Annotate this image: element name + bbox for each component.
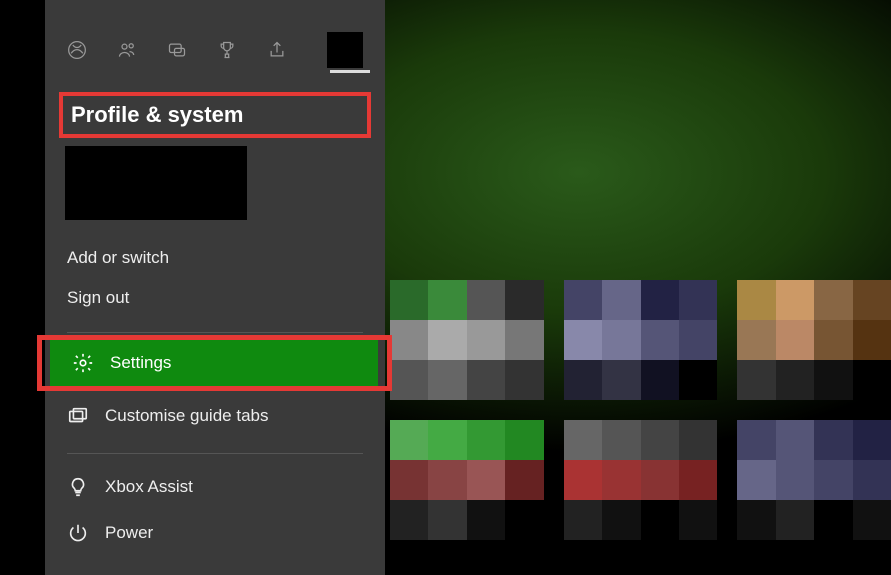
game-tile[interactable] — [390, 420, 544, 540]
left-margin — [0, 0, 45, 575]
game-tile[interactable] — [737, 420, 891, 540]
settings-highlight: Settings — [37, 335, 392, 391]
menu-item-label: Power — [105, 523, 153, 543]
account-section: Add or switch Sign out — [45, 238, 385, 318]
gear-icon — [72, 352, 94, 374]
game-tile[interactable] — [564, 280, 718, 400]
power-item[interactable]: Power — [45, 510, 385, 556]
customise-guide-tabs-item[interactable]: Customise guide tabs — [45, 393, 385, 439]
active-tab-indicator — [330, 70, 370, 73]
tabs-icon — [67, 405, 89, 427]
xbox-logo-icon[interactable] — [67, 40, 87, 60]
game-tile[interactable] — [737, 280, 891, 400]
dashboard-tiles — [390, 280, 891, 575]
settings-item[interactable]: Settings — [50, 340, 378, 386]
guide-panel: Profile & system Add or switch Sign out … — [45, 0, 385, 575]
panel-title-highlight: Profile & system — [59, 92, 371, 138]
people-icon[interactable] — [117, 40, 137, 60]
section-divider — [67, 332, 363, 333]
xbox-assist-item[interactable]: Xbox Assist — [45, 464, 385, 510]
sign-out-item[interactable]: Sign out — [45, 278, 385, 318]
achievements-icon[interactable] — [217, 40, 237, 60]
power-icon — [67, 522, 89, 544]
section-divider — [67, 453, 363, 454]
game-tile[interactable] — [390, 280, 544, 400]
share-icon[interactable] — [267, 40, 287, 60]
add-or-switch-item[interactable]: Add or switch — [45, 238, 385, 278]
guide-tab-bar — [45, 32, 385, 86]
profile-tab[interactable] — [327, 32, 363, 68]
panel-title: Profile & system — [71, 102, 359, 128]
menu-item-label: Xbox Assist — [105, 477, 193, 497]
game-tile[interactable] — [564, 420, 718, 540]
chat-icon[interactable] — [167, 40, 187, 60]
lightbulb-icon — [67, 476, 89, 498]
menu-item-label: Settings — [110, 353, 171, 373]
menu-item-label: Customise guide tabs — [105, 406, 268, 426]
profile-picture[interactable] — [65, 146, 247, 220]
